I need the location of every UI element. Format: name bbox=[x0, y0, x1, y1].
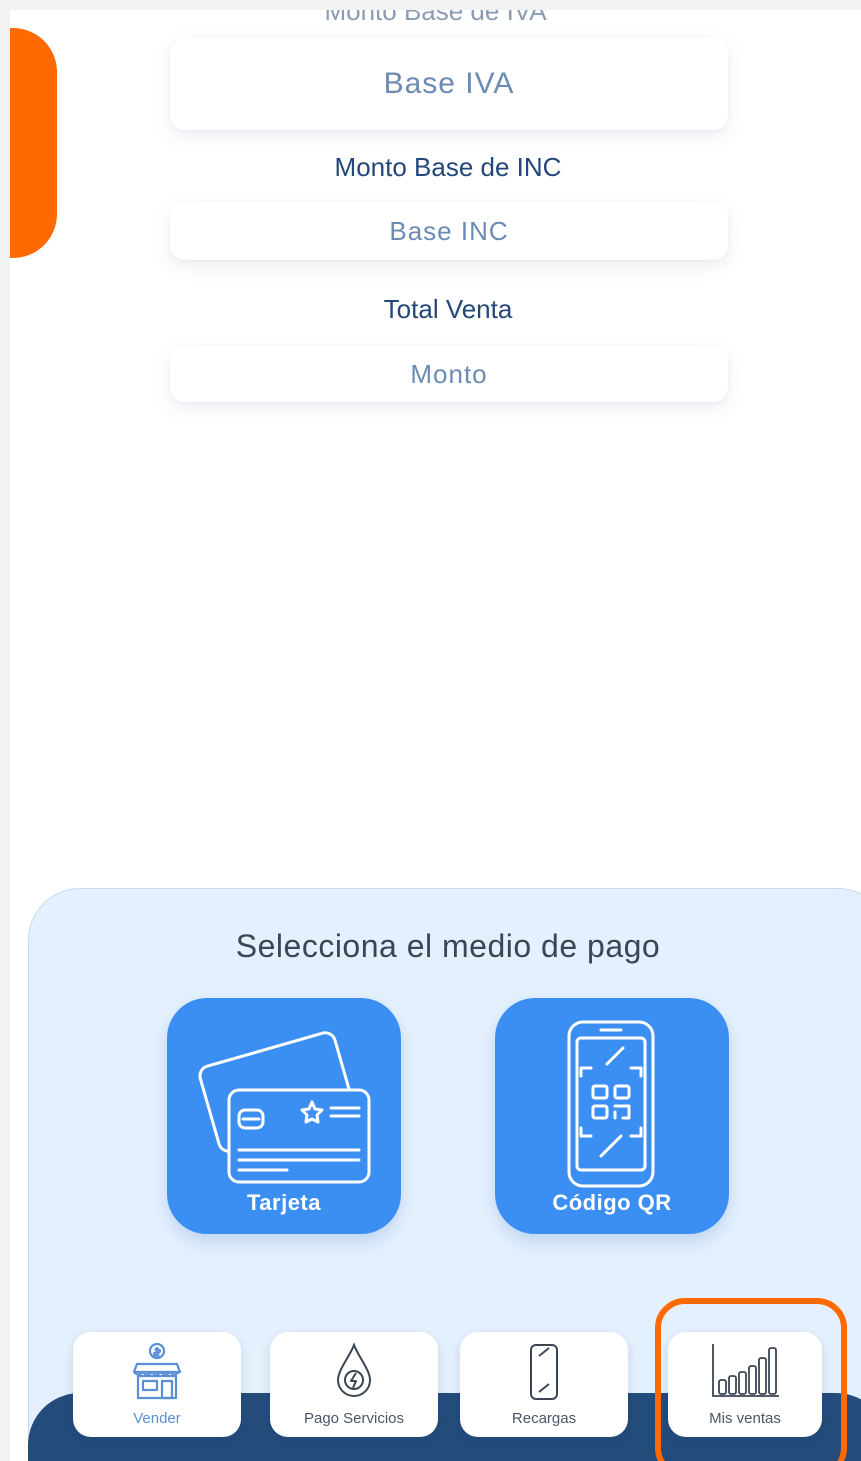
card-label: Tarjeta bbox=[246, 1190, 321, 1215]
total-venta-label: Total Venta bbox=[383, 294, 513, 324]
inc-base-placeholder: Base INC bbox=[389, 215, 509, 246]
nav-recargas-label: Recargas bbox=[511, 1410, 577, 1427]
qr-phone-icon bbox=[567, 1020, 655, 1188]
orange-side-marker bbox=[10, 28, 57, 258]
iva-base-label: Monto Base de IVA bbox=[324, 10, 547, 26]
screen: Monto Base de IVA Base IVA Monto Base de… bbox=[10, 10, 861, 1461]
credit-cards-icon bbox=[198, 1031, 371, 1184]
total-venta-placeholder: Monto bbox=[410, 358, 488, 389]
payment-title: Selecciona el medio de pago bbox=[235, 928, 661, 964]
store-icon bbox=[132, 1342, 182, 1400]
phone-icon bbox=[530, 1344, 558, 1400]
nav-recargas[interactable]: Recargas bbox=[460, 1332, 628, 1437]
energy-drop-icon bbox=[336, 1342, 372, 1397]
nav-vender-label: Vender bbox=[133, 1410, 181, 1427]
nav-pago-servicios[interactable]: Pago Servicios bbox=[270, 1332, 438, 1437]
mis-ventas-highlight bbox=[655, 1298, 847, 1461]
inc-base-label: Monto Base de INC bbox=[334, 152, 562, 182]
iva-base-placeholder: Base IVA bbox=[383, 67, 515, 100]
inc-base-field[interactable]: Base INC bbox=[170, 202, 728, 260]
card-payment-button[interactable]: Tarjeta bbox=[167, 998, 401, 1234]
iva-base-field[interactable]: Base IVA bbox=[170, 38, 728, 130]
total-venta-field[interactable]: Monto bbox=[170, 346, 728, 402]
qr-label: Código QR bbox=[552, 1190, 672, 1215]
nav-vender[interactable]: Vender bbox=[73, 1332, 241, 1437]
nav-pago-servicios-label: Pago Servicios bbox=[303, 1410, 405, 1427]
qr-payment-button[interactable]: Código QR bbox=[495, 998, 729, 1234]
